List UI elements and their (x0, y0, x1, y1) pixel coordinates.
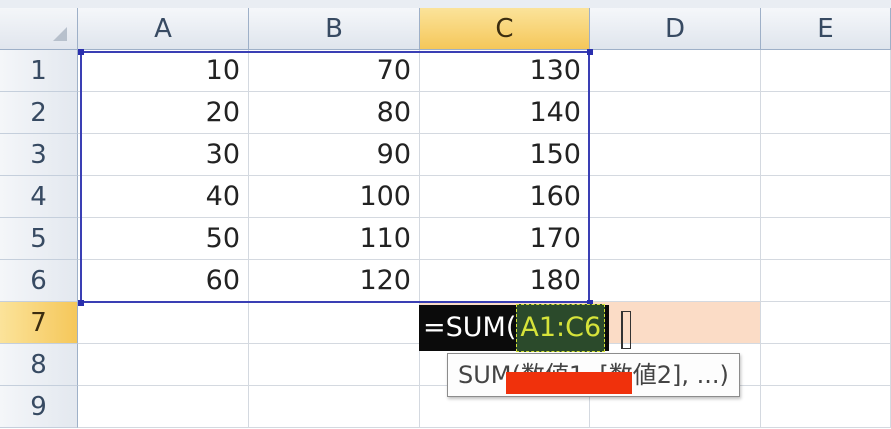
range-handle-top-left[interactable] (78, 49, 84, 55)
cell-e7[interactable] (761, 302, 891, 344)
cell-d5[interactable] (590, 218, 761, 260)
range-handle-bottom-left[interactable] (78, 300, 84, 306)
cell-c5[interactable]: 170 (420, 218, 590, 260)
formula-range-reference: A1:C6 (516, 304, 606, 352)
cell-b7[interactable] (249, 302, 420, 344)
cell-e6[interactable] (761, 260, 891, 302)
cell-b8[interactable] (249, 344, 420, 386)
formula-text: =SUM( (423, 312, 517, 343)
cell-e2[interactable] (761, 92, 891, 134)
cell-d1[interactable] (590, 50, 761, 92)
cell-b6[interactable]: 120 (249, 260, 420, 302)
text-cursor-icon (621, 311, 631, 349)
row-header-2[interactable]: 2 (0, 92, 78, 134)
cell-b3[interactable]: 90 (249, 134, 420, 176)
cell-d4[interactable] (590, 176, 761, 218)
select-all-button[interactable] (0, 8, 78, 50)
row-header-6[interactable]: 6 (0, 260, 78, 302)
cell-b1[interactable]: 70 (249, 50, 420, 92)
cell-a2[interactable]: 20 (78, 92, 249, 134)
cell-a5[interactable]: 50 (78, 218, 249, 260)
cell-c2[interactable]: 140 (420, 92, 590, 134)
cell-d3[interactable] (590, 134, 761, 176)
cell-e8[interactable] (761, 344, 891, 386)
formula-cell-editor[interactable]: =SUM(A1:C6 (419, 304, 610, 352)
cell-e4[interactable] (761, 176, 891, 218)
cell-b2[interactable]: 80 (249, 92, 420, 134)
cell-d7[interactable] (590, 302, 761, 344)
column-header-e[interactable]: E (761, 8, 891, 50)
row-header-8[interactable]: 8 (0, 344, 78, 386)
cell-c3[interactable]: 150 (420, 134, 590, 176)
select-all-triangle-icon (53, 27, 67, 41)
cell-a9[interactable] (78, 386, 249, 428)
row-header-7[interactable]: 7 (0, 302, 78, 344)
range-handle-top-right[interactable] (587, 49, 593, 55)
cell-a6[interactable]: 60 (78, 260, 249, 302)
row-header-5[interactable]: 5 (0, 218, 78, 260)
cell-a4[interactable]: 40 (78, 176, 249, 218)
cell-d6[interactable] (590, 260, 761, 302)
cell-e9[interactable] (761, 386, 891, 428)
cell-b4[interactable]: 100 (249, 176, 420, 218)
cell-c1[interactable]: 130 (420, 50, 590, 92)
cell-a7[interactable] (78, 302, 249, 344)
column-header-d[interactable]: D (590, 8, 761, 50)
cell-b9[interactable] (249, 386, 420, 428)
spreadsheet-grid: A B C D E 1 2 3 4 5 6 7 8 9 10 20 30 40 … (0, 0, 891, 429)
cell-c6[interactable]: 180 (420, 260, 590, 302)
cell-e1[interactable] (761, 50, 891, 92)
row-header-9[interactable]: 9 (0, 386, 78, 428)
cell-b5[interactable]: 110 (249, 218, 420, 260)
cell-a3[interactable]: 30 (78, 134, 249, 176)
column-header-b[interactable]: B (249, 8, 420, 50)
cell-a8[interactable] (78, 344, 249, 386)
column-header-a[interactable]: A (78, 8, 249, 50)
cell-c4[interactable]: 160 (420, 176, 590, 218)
row-header-4[interactable]: 4 (0, 176, 78, 218)
row-header-3[interactable]: 3 (0, 134, 78, 176)
cell-e3[interactable] (761, 134, 891, 176)
row-header-1[interactable]: 1 (0, 50, 78, 92)
cell-a1[interactable]: 10 (78, 50, 249, 92)
column-header-c[interactable]: C (420, 8, 590, 50)
cell-d2[interactable] (590, 92, 761, 134)
cell-e5[interactable] (761, 218, 891, 260)
redaction-bar (506, 372, 632, 394)
